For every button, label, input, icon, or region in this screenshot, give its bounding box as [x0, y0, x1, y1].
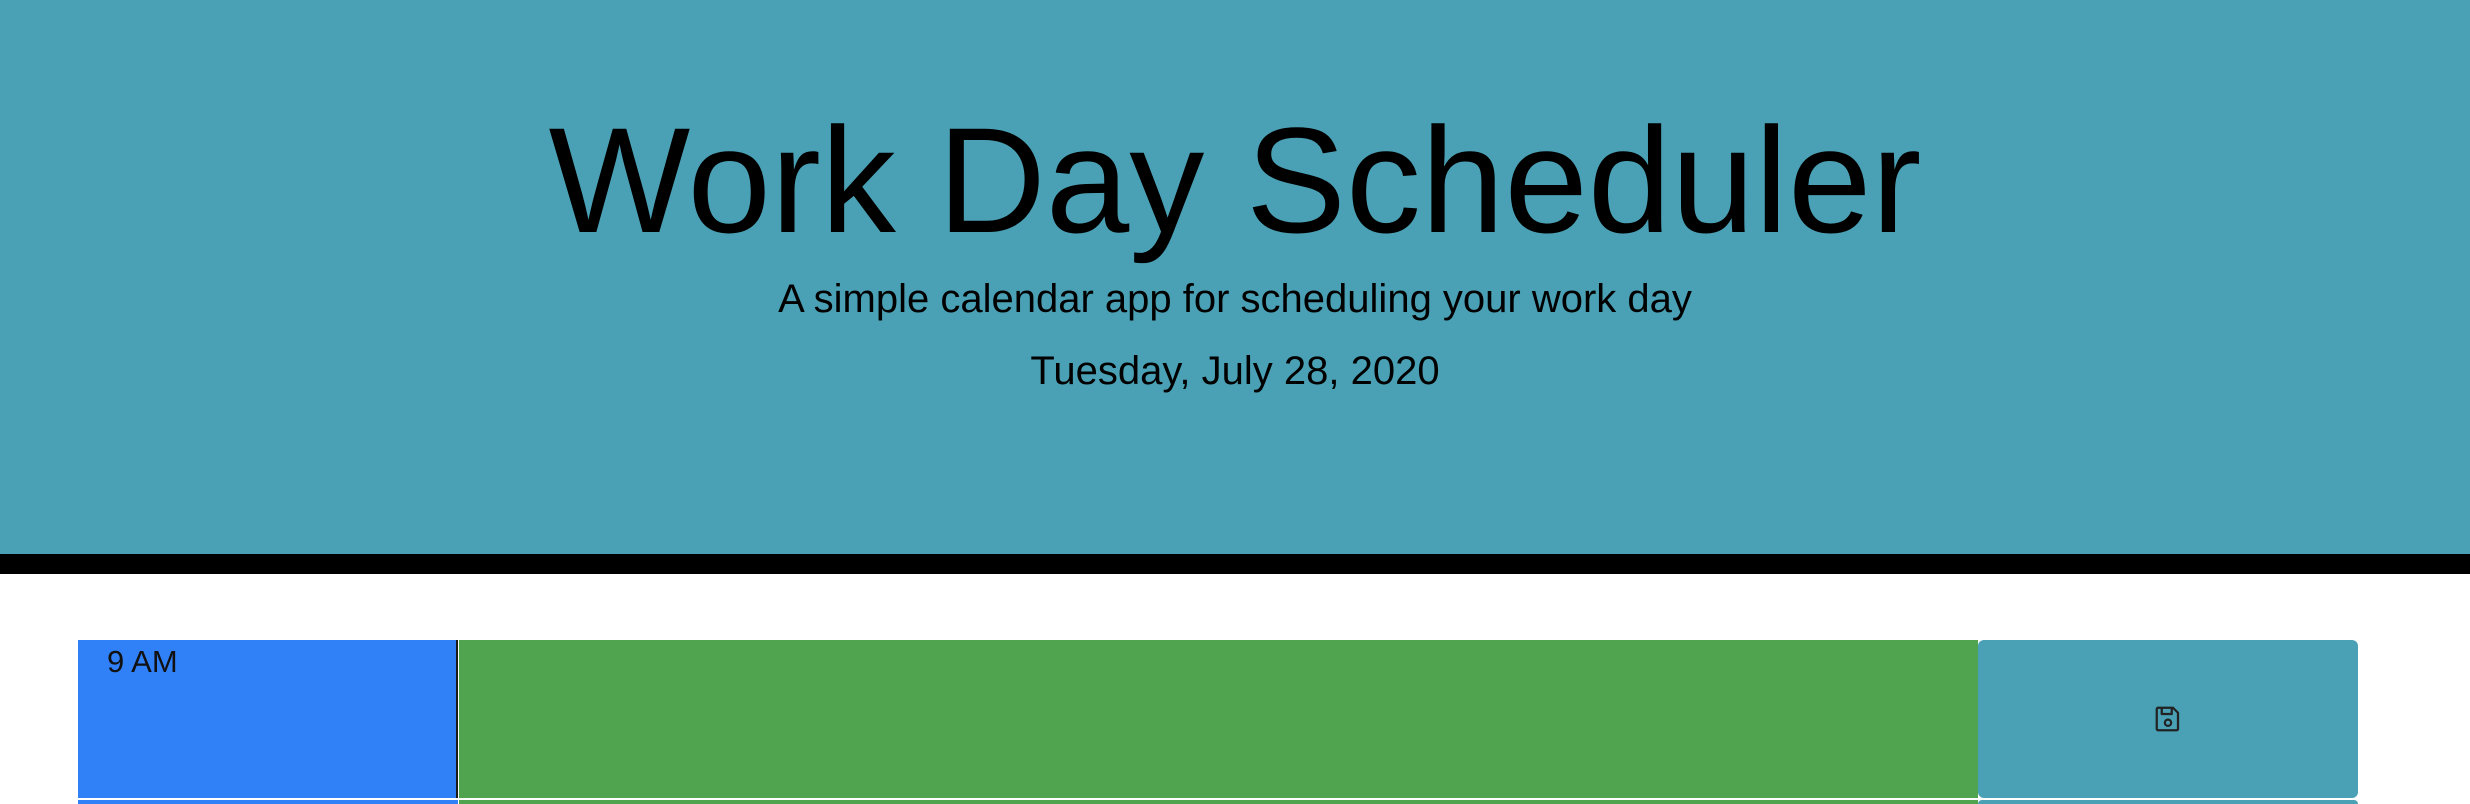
- time-block-row: 9 AM: [78, 640, 2358, 798]
- save-button[interactable]: [1978, 640, 2358, 798]
- header: Work Day Scheduler A simple calendar app…: [0, 0, 2470, 554]
- floppy-disk-icon: [2155, 706, 2180, 732]
- page-title: Work Day Scheduler: [548, 96, 1922, 264]
- hour-label: 9 AM: [107, 644, 178, 679]
- hour-cell: 9 AM: [78, 640, 458, 798]
- current-day: Tuesday, July 28, 2020: [1030, 349, 1440, 393]
- next-hour-cell: [78, 800, 458, 804]
- next-time-block-row: [78, 800, 2358, 804]
- header-border: [0, 554, 2470, 574]
- page-subtitle: A simple calendar app for scheduling you…: [778, 277, 1692, 321]
- next-save-button[interactable]: [1978, 800, 2358, 804]
- event-description-input[interactable]: [459, 640, 1978, 798]
- next-event-description: [459, 800, 1978, 804]
